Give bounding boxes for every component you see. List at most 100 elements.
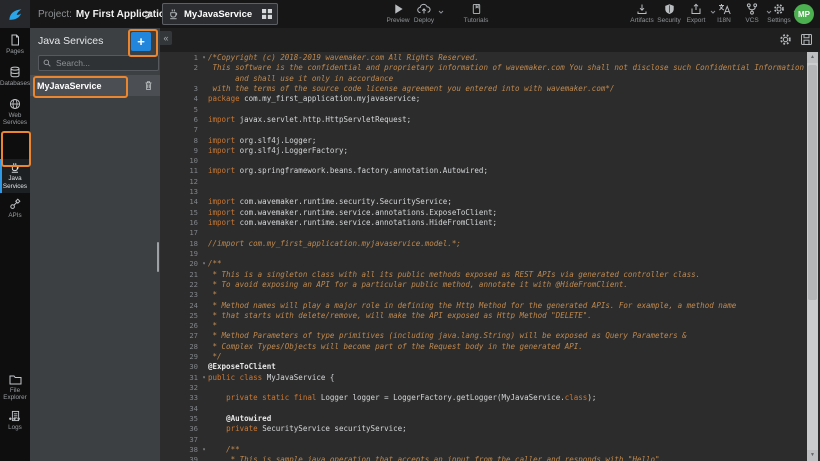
fold-toggle-icon[interactable]: ▾ (200, 445, 208, 455)
code-line[interactable]: 35 @Autowired (160, 414, 806, 424)
code-line[interactable]: 4package com.my_first_application.myjava… (160, 94, 806, 104)
code-line[interactable]: 5 (160, 105, 806, 115)
scrollbar-thumb[interactable] (808, 65, 817, 300)
code-line[interactable]: 8import org.slf4j.Logger; (160, 136, 806, 146)
code-line[interactable]: 16import com.wavemaker.runtime.service.a… (160, 218, 806, 228)
code-editor-pane: « 1▾/*Copyright (c) 2018-2019 wavemaker.… (160, 28, 820, 461)
editor-settings-gear-icon[interactable] (779, 33, 792, 46)
code-line[interactable]: 26 * (160, 321, 806, 331)
fold-toggle-icon[interactable]: ▾ (200, 53, 208, 63)
code-line[interactable]: 25 * that starts with delete/remove, wil… (160, 311, 806, 321)
grid-icon[interactable] (262, 9, 272, 19)
code-area[interactable]: 1▾/*Copyright (c) 2018-2019 wavemaker.co… (160, 52, 806, 461)
code-line[interactable]: 33 private static final Logger logger = … (160, 393, 806, 403)
code-line[interactable]: 28 * Complex Types/Objects will become p… (160, 342, 806, 352)
sidebar-item-web-services[interactable]: Web Services (0, 98, 30, 126)
sidebar-item-java-services[interactable]: Java Services (0, 159, 30, 193)
code-line[interactable]: 32 (160, 383, 806, 393)
service-list-item[interactable]: MyJavaService (30, 75, 160, 96)
code-line[interactable]: 10 (160, 156, 806, 166)
sidebar-item-label: Pages (0, 48, 30, 55)
code-line[interactable]: 15import com.wavemaker.runtime.service.a… (160, 208, 806, 218)
code-line[interactable]: 11import org.springframework.beans.facto… (160, 166, 806, 176)
code-line[interactable]: 39 * This is sample java operation that … (160, 455, 806, 461)
code-line[interactable]: 14import com.wavemaker.runtime.security.… (160, 197, 806, 207)
sidebar-item-label: Logs (0, 424, 30, 431)
fold-toggle-icon[interactable]: ▾ (200, 259, 208, 269)
code-text: * To avoid exposing an API for a particu… (208, 280, 806, 290)
code-text: */ (208, 352, 806, 362)
sidebar-item-databases[interactable]: Databases (0, 66, 30, 87)
line-number: 20 (160, 259, 200, 269)
settings-button[interactable]: Settings (763, 3, 795, 24)
code-line[interactable]: 38▾ /** (160, 445, 806, 455)
code-line[interactable]: and shall use it only in accordance (160, 74, 806, 84)
code-line[interactable]: 1▾/*Copyright (c) 2018-2019 wavemaker.co… (160, 53, 806, 63)
sidebar-item-label: APIs (0, 212, 30, 219)
line-number: 33 (160, 393, 200, 403)
code-line[interactable]: 18//import com.my_first_application.myja… (160, 239, 806, 249)
editor-scrollbar[interactable]: ▲ ▼ (807, 52, 818, 461)
code-line[interactable]: 9import org.slf4j.LoggerFactory; (160, 146, 806, 156)
fold-toggle-icon[interactable]: ▾ (200, 373, 208, 383)
code-line[interactable]: 27 * Method Parameters of type primitive… (160, 331, 806, 341)
code-line[interactable]: 36 private SecurityService securityServi… (160, 424, 806, 434)
code-line[interactable]: 23 * (160, 290, 806, 300)
selected-indicator (0, 159, 2, 193)
wavemaker-logo-icon (7, 6, 24, 23)
code-line[interactable]: 21 * This is a singleton class with all … (160, 270, 806, 280)
sidebar-item-file-explorer[interactable]: File Explorer (0, 374, 30, 401)
scroll-down-icon[interactable]: ▼ (807, 450, 818, 461)
code-line[interactable]: 24 * Method names will play a major role… (160, 301, 806, 311)
code-line[interactable]: 13 (160, 187, 806, 197)
tutorials-button[interactable]: Tutorials (460, 3, 492, 24)
sidebar-item-label: Web Services (0, 112, 30, 127)
code-line[interactable]: 34 (160, 404, 806, 414)
code-line[interactable]: 2 This software is the confidential and … (160, 63, 806, 73)
fold-gutter-spacer (200, 218, 208, 228)
collapse-panel-icon[interactable]: « (160, 31, 172, 45)
chevron-down-icon[interactable] (438, 10, 444, 14)
sidebar-item-label: File Explorer (0, 387, 30, 402)
code-line[interactable]: 37 (160, 435, 806, 445)
line-number: 14 (160, 197, 200, 207)
line-number: 11 (160, 166, 200, 176)
code-line[interactable]: 12 (160, 177, 806, 187)
code-line[interactable]: 6import javax.servlet.http.HttpServletRe… (160, 115, 806, 125)
trash-icon[interactable] (144, 80, 153, 91)
settings-label: Settings (767, 17, 791, 24)
activity-bar: Pages Databases Web Services Java Servic (0, 28, 30, 461)
code-text: /*Copyright (c) 2018-2019 wavemaker.com … (208, 53, 806, 63)
add-service-button[interactable]: + (131, 32, 151, 51)
line-number: 35 (160, 414, 200, 424)
project-name[interactable]: My First Application (76, 9, 171, 20)
panel-scrollbar[interactable] (157, 242, 159, 272)
search-input[interactable] (54, 57, 154, 69)
fold-gutter-spacer (200, 270, 208, 280)
coffee-icon (168, 9, 179, 20)
code-line[interactable]: 17 (160, 228, 806, 238)
code-line[interactable]: 29 */ (160, 352, 806, 362)
line-number: 36 (160, 424, 200, 434)
line-number: 13 (160, 187, 200, 197)
code-line[interactable]: 30@ExposeToClient (160, 362, 806, 372)
user-avatar[interactable]: MP (794, 4, 814, 24)
code-line[interactable]: 31▾public class MyJavaService { (160, 373, 806, 383)
sidebar-item-apis[interactable]: APIs (0, 198, 30, 219)
line-number: 17 (160, 228, 200, 238)
wavemaker-logo[interactable] (0, 0, 30, 28)
code-line[interactable]: 20▾/** (160, 259, 806, 269)
code-line[interactable]: 19 (160, 249, 806, 259)
fold-gutter-spacer (200, 342, 208, 352)
code-line[interactable]: 7 (160, 125, 806, 135)
more-options-icon[interactable]: ••• (0, 414, 30, 424)
save-icon[interactable] (800, 33, 813, 46)
preview-label: Preview (386, 17, 409, 24)
deploy-button[interactable]: Deploy (408, 3, 440, 24)
code-line[interactable]: 3 with the terms of the source code lice… (160, 84, 806, 94)
tab-myjavaservice[interactable]: MyJavaService (162, 3, 278, 25)
line-number: 29 (160, 352, 200, 362)
sidebar-item-pages[interactable]: Pages (0, 34, 30, 55)
code-line[interactable]: 22 * To avoid exposing an API for a part… (160, 280, 806, 290)
scroll-up-icon[interactable]: ▲ (807, 52, 818, 63)
